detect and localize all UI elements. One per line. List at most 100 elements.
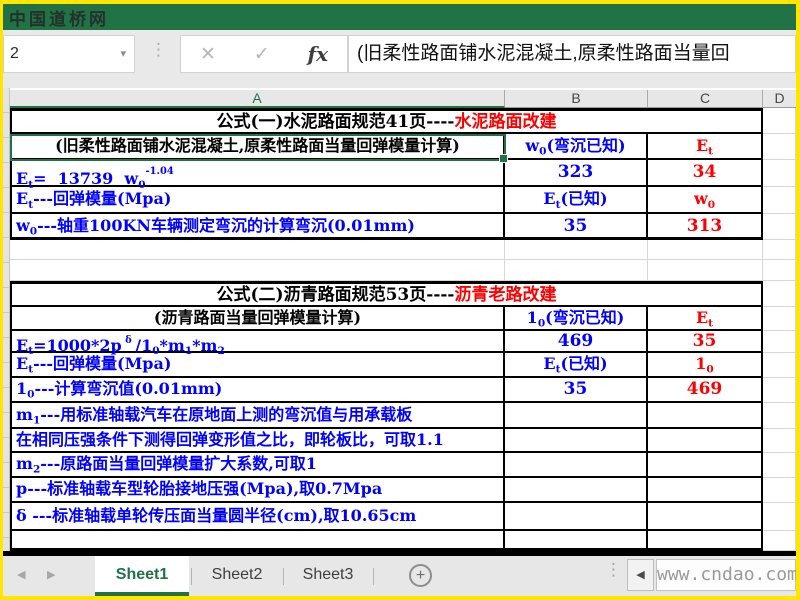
enter-icon[interactable]: ✓ [254, 43, 270, 66]
cell-a[interactable]: m1---用标准轴载汽车在原地面上测的弯沉值与用承载板 [10, 403, 505, 429]
column-header-d[interactable]: D [763, 90, 796, 108]
tab-nav-left-icon[interactable]: ◀ [17, 556, 25, 596]
cell-b[interactable]: Et(已知) [505, 353, 648, 378]
name-box-dropdown-icon[interactable]: ▾ [120, 36, 126, 72]
formula-text: (旧柔性路面铺水泥混凝土,原柔性路面当量回 [357, 43, 730, 64]
cell-d[interactable] [763, 240, 796, 260]
sheet-row: m2---原路面当量回弹模量扩大系数,可取1 [10, 453, 796, 478]
cell-b[interactable] [505, 260, 648, 281]
tab-sheet2[interactable]: Sheet2 [193, 556, 281, 596]
cell-b[interactable]: Et(已知) [505, 187, 648, 214]
cell-d[interactable] [763, 429, 796, 453]
cell-b[interactable] [505, 478, 648, 503]
cell-c[interactable]: Et [648, 134, 763, 160]
toolbar-splitter-dots-icon[interactable]: ⋮ [150, 40, 167, 64]
cell-c[interactable] [648, 478, 763, 503]
cell-a[interactable]: 在相同压强条件下测得回弹变形值之比，即轮板比，可取1.1 [10, 429, 505, 453]
cell-c[interactable] [648, 403, 763, 429]
cell-d[interactable] [763, 134, 796, 160]
cell-b[interactable] [505, 240, 648, 260]
cell-b[interactable]: 35 [505, 378, 648, 403]
sheet-row [10, 240, 796, 260]
cell-c[interactable] [648, 240, 763, 260]
hscroll-left-icon[interactable]: ◀ [627, 559, 654, 591]
cell-b[interactable]: 469 [505, 331, 648, 353]
cell-d[interactable] [763, 378, 796, 403]
cell-b[interactable] [505, 453, 648, 478]
name-box[interactable]: 2 ▾ [3, 35, 135, 73]
tab-sheet3[interactable]: Sheet3 [285, 556, 371, 596]
cell-c[interactable]: 34 [648, 160, 763, 187]
cell-c[interactable]: Et [648, 307, 763, 331]
cell-a[interactable]: (旧柔性路面铺水泥混凝土,原柔性路面当量回弹模量计算) [10, 134, 505, 160]
cell-d[interactable] [763, 108, 796, 134]
cancel-icon[interactable]: ✕ [200, 43, 216, 66]
cell-b[interactable]: w0(弯沉已知) [505, 134, 648, 160]
column-header-c[interactable]: C [648, 90, 763, 108]
sheet-row: Et=1000*2p δ /10*m1*m2 469 35 [10, 331, 796, 357]
formula-input[interactable]: (旧柔性路面铺水泥混凝土,原柔性路面当量回 [348, 35, 796, 73]
cell-c[interactable]: 10 [648, 353, 763, 378]
cell-b[interactable] [505, 403, 648, 429]
cell-d[interactable] [763, 160, 796, 187]
cell-a[interactable]: Et---回弹模量(Mpa) [10, 187, 505, 214]
tab-sheet1[interactable]: Sheet1 [95, 556, 189, 596]
insert-function-icon[interactable]: fx [308, 42, 329, 66]
frame-border-left [0, 0, 3, 600]
cell-c[interactable] [648, 503, 763, 531]
cell-d[interactable] [763, 453, 796, 478]
add-sheet-icon[interactable]: + [409, 564, 432, 587]
cell-d[interactable] [763, 187, 796, 214]
cell-d[interactable] [763, 531, 796, 551]
cell-d[interactable] [763, 403, 796, 429]
cell-c[interactable]: 313 [648, 214, 763, 240]
cell-a[interactable]: Et---回弹模量(Mpa) [10, 353, 505, 378]
cell-a[interactable]: (沥青路面当量回弹模量计算) [10, 307, 505, 331]
name-box-value: 2 [10, 45, 19, 62]
cell-a[interactable]: δ ---标准轴载单轮传压面当量圆半径(cm),取10.65cm [10, 503, 505, 531]
cell-d[interactable] [763, 307, 796, 331]
cell-d[interactable] [763, 478, 796, 503]
cell-a[interactable]: 10---计算弯沉值(0.01mm) [10, 378, 505, 403]
sheet-row: Et---回弹模量(Mpa) Et(已知) 10 [10, 353, 796, 378]
cell-b[interactable] [505, 531, 648, 551]
frame-border-bottom [0, 596, 800, 600]
cell-d[interactable] [763, 353, 796, 378]
formula-buttons: ✕ ✓ fx [180, 35, 348, 73]
cell-a-merged[interactable]: 公式(二)沥青路面规范53页----沥青老路改建 [10, 281, 763, 307]
cell-b[interactable]: 323 [505, 160, 648, 187]
sheet-row: w0---轴重100KN车辆测定弯沉的计算弯沉(0.01mm) 35 313 [10, 214, 796, 240]
cell-d[interactable] [763, 281, 796, 307]
cell-a[interactable] [10, 240, 505, 260]
cell-c[interactable] [648, 260, 763, 281]
cell-a[interactable]: p---标准轴载车型轮胎接地压强(Mpa),取0.7Mpa [10, 478, 505, 503]
worksheet-grid: A B C D 公式(一)水泥路面规范41页----水泥路面改建 (旧柔性路面铺水… [3, 88, 796, 551]
tab-nav-right-icon[interactable]: ▶ [47, 556, 55, 596]
cell-d[interactable] [763, 214, 796, 240]
cell-a-merged[interactable]: 公式(一)水泥路面规范41页----水泥路面改建 [10, 108, 763, 134]
cell-c[interactable]: 35 [648, 331, 763, 353]
cell-c[interactable]: w0 [648, 187, 763, 214]
column-header-a[interactable]: A [10, 90, 505, 108]
cell-c[interactable] [648, 531, 763, 551]
cell-d[interactable] [763, 503, 796, 531]
cell-b[interactable]: 35 [505, 214, 648, 240]
cell-a[interactable]: w0---轴重100KN车辆测定弯沉的计算弯沉(0.01mm) [10, 214, 505, 240]
cell-a[interactable]: Et= 13739 w0-1.04 [10, 160, 505, 191]
column-header-b[interactable]: B [505, 90, 648, 108]
cell-a[interactable] [10, 260, 505, 281]
cell-b[interactable] [505, 429, 648, 453]
cell-c[interactable] [648, 453, 763, 478]
cell-a[interactable]: m2---原路面当量回弹模量扩大系数,可取1 [10, 453, 505, 478]
cell-c[interactable] [648, 429, 763, 453]
sheet-row: Et---回弹模量(Mpa) Et(已知) w0 [10, 187, 796, 214]
sheet-row: (沥青路面当量回弹模量计算) 10(弯沉已知) Et [10, 307, 796, 331]
cell-d[interactable] [763, 331, 796, 353]
cell-b[interactable] [505, 503, 648, 531]
cell-a[interactable]: Et=1000*2p δ /10*m1*m2 [10, 331, 505, 357]
cell-d[interactable] [763, 260, 796, 281]
tabbar-splitter-dots-icon[interactable]: ⋮ [605, 561, 622, 578]
cell-b[interactable]: 10(弯沉已知) [505, 307, 648, 331]
cell-a[interactable] [10, 531, 505, 551]
cell-c[interactable]: 469 [648, 378, 763, 403]
